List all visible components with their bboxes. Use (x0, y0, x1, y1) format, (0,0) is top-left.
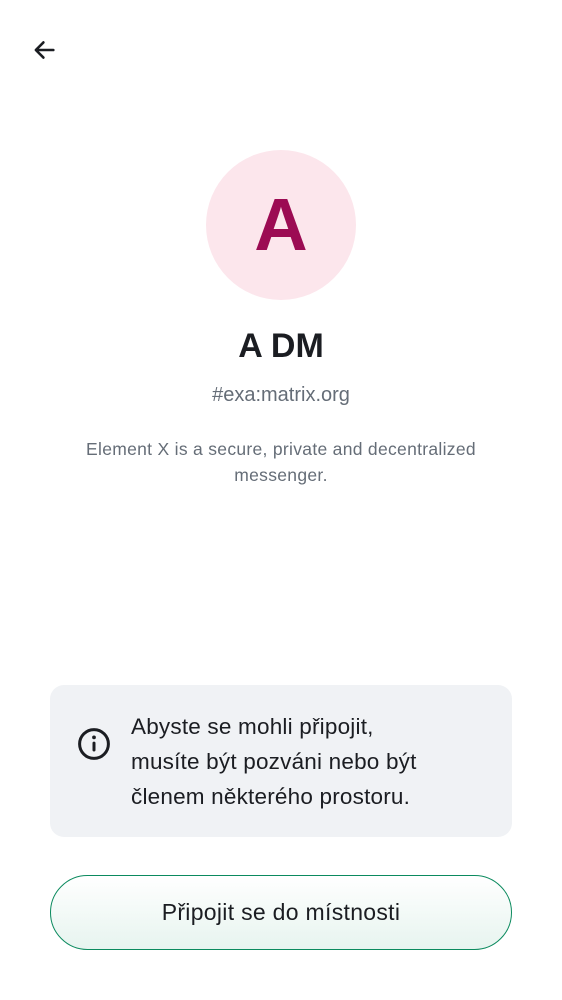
notice-text-line: členem některého prostoru. (131, 783, 411, 809)
room-avatar: A (206, 150, 356, 300)
info-icon (78, 728, 110, 760)
join-room-button-label: Připojit se do místnosti (161, 899, 401, 925)
arrow-left-icon (34, 41, 55, 59)
avatar-initial: A (254, 183, 308, 266)
back-button[interactable] (20, 26, 68, 74)
join-room-button[interactable]: Připojit se do místnosti (50, 875, 512, 950)
room-name: A DM (238, 327, 324, 365)
room-alias: #exa:matrix.org (212, 384, 350, 406)
notice-text: Abyste se mohli připojit, musíte být poz… (131, 709, 417, 814)
notice-text-line: musíte být pozváni nebo být (131, 748, 417, 774)
join-room-screen: A A DM #exa:matrix.org Element X is a se… (0, 0, 562, 1000)
room-topic: Element X is a secure, private and decen… (86, 439, 476, 485)
notice-text-line: Abyste se mohli připojit, (131, 713, 374, 739)
join-restriction-notice: Abyste se mohli připojit, musíte být poz… (50, 685, 512, 837)
